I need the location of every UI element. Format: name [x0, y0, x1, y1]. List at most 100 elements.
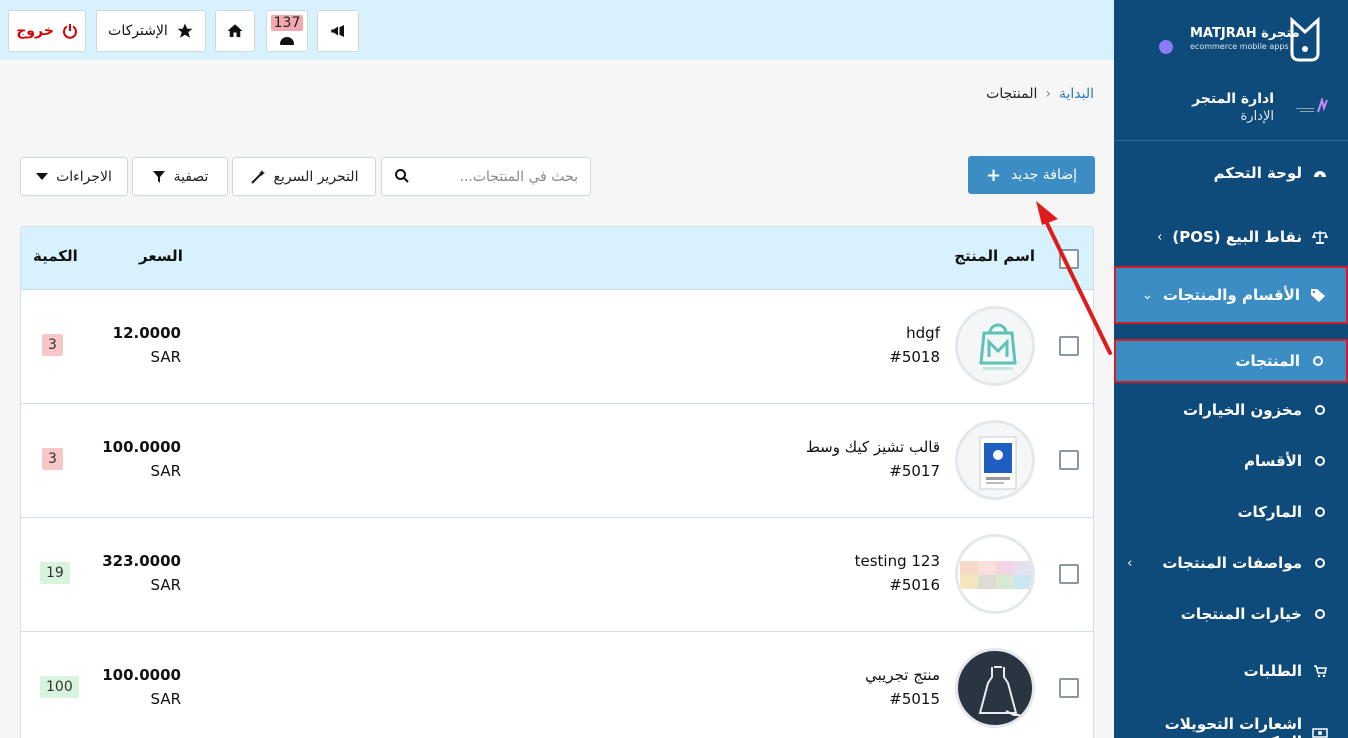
power-icon	[62, 24, 77, 39]
chevron-right-icon: ›	[1157, 229, 1163, 245]
sidebar-item-label: الماركات	[1237, 503, 1302, 521]
sidebar-item-bank-transfers[interactable]: اشعارات التحويلات البنكية	[1114, 713, 1348, 738]
store-title: ادارة المتجر	[1192, 91, 1274, 107]
quantity-badge: 100	[40, 676, 79, 698]
top-bar: خروج الإشتركات 137	[0, 0, 1114, 60]
sidebar-item-brands[interactable]: الماركات	[1114, 492, 1348, 532]
filter-label: تصفية	[173, 168, 209, 185]
sidebar-item-categories[interactable]: الأقسام	[1114, 441, 1348, 481]
product-currency: SAR	[150, 462, 181, 480]
status-dot-icon	[1159, 40, 1173, 54]
circle-icon	[1312, 405, 1328, 415]
table-row[interactable]: منتج تجريبي #5015 100.0000 SAR 100	[21, 632, 1093, 738]
circle-icon	[1312, 609, 1328, 619]
sidebar-item-product-specs[interactable]: مواصفات المنتجات ›	[1114, 543, 1348, 583]
store-label: ادارة المتجر الإدارة	[1192, 91, 1274, 124]
product-price: 100.0000	[102, 666, 181, 684]
sidebar-item-label: الطلبات	[1243, 662, 1302, 680]
cake-mold-box-icon	[979, 436, 1017, 490]
sidebar-item-label: مخزون الخيارات	[1183, 401, 1302, 419]
scale-icon	[1312, 230, 1328, 244]
sidebar-item-label: الأقسام	[1243, 452, 1302, 470]
product-price: 12.0000	[112, 324, 181, 342]
search-input[interactable]	[408, 158, 578, 195]
row-checkbox[interactable]	[1059, 564, 1079, 584]
filter-icon	[152, 170, 165, 183]
logo-text: MATJRAH متجرة	[1190, 26, 1300, 41]
quick-edit-button[interactable]: التحرير السريع	[232, 157, 376, 196]
notification-count-badge: 137	[271, 15, 303, 31]
table-row[interactable]: قالب تشيز كيك وسط #5017 100.0000 SAR 3	[21, 404, 1093, 518]
product-price: 323.0000	[102, 552, 181, 570]
cart-icon	[1312, 664, 1328, 678]
sidebar-item-label: المنتجات	[1235, 352, 1300, 370]
search-field[interactable]	[381, 157, 591, 196]
product-thumbnail[interactable]	[955, 306, 1035, 386]
table-header: اسم المنتج السعر الكمية	[21, 227, 1093, 290]
filter-button[interactable]: تصفية	[132, 157, 228, 196]
row-checkbox[interactable]	[1059, 336, 1079, 356]
sidebar-item-categories-products[interactable]: الأقسام والمنتجات ⌄	[1114, 266, 1348, 324]
breadcrumb-home-link[interactable]: البداية	[1059, 86, 1094, 102]
product-name[interactable]: منتج تجريبي	[865, 666, 940, 684]
megaphone-icon	[331, 25, 344, 37]
sidebar-item-dashboard[interactable]: لوحة التحكم	[1114, 153, 1348, 193]
products-table: اسم المنتج السعر الكمية hdgf #5018 12.00…	[20, 226, 1094, 738]
product-currency: SAR	[150, 690, 181, 708]
product-thumbnail[interactable]	[955, 420, 1035, 500]
sidebar-item-orders[interactable]: الطلبات	[1114, 651, 1348, 691]
actions-dropdown[interactable]: الاجراءات	[20, 157, 128, 196]
star-icon	[177, 23, 193, 38]
quick-edit-label: التحرير السريع	[273, 168, 359, 185]
store-avatar-icon	[1296, 98, 1328, 113]
sidebar-item-options-stock[interactable]: مخزون الخيارات	[1114, 390, 1348, 430]
logo-subtitle: ecommerce mobile apps	[1190, 42, 1289, 51]
color-swatches-icon	[960, 561, 1032, 589]
table-row[interactable]: hdgf #5018 12.0000 SAR 3	[21, 290, 1093, 404]
product-id: #5016	[889, 576, 940, 594]
product-thumbnail[interactable]	[955, 648, 1035, 728]
subscriptions-button[interactable]: الإشتركات	[96, 10, 206, 52]
sidebar-item-label: اشعارات التحويلات البنكية	[1164, 715, 1302, 738]
plus-icon: +	[985, 164, 1002, 186]
circle-icon	[1312, 507, 1328, 517]
shopping-bag-logo-icon	[979, 323, 1017, 370]
dress-icon	[978, 666, 1020, 716]
product-name[interactable]: قالب تشيز كيك وسط	[806, 438, 940, 456]
chevron-right-icon: ›	[1127, 555, 1133, 571]
row-checkbox[interactable]	[1059, 678, 1079, 698]
select-all-checkbox[interactable]	[1059, 249, 1079, 269]
sidebar-item-product-options[interactable]: خيارات المنتجات	[1114, 594, 1348, 634]
search-icon[interactable]	[394, 168, 410, 184]
magic-wand-icon	[250, 169, 265, 184]
product-thumbnail[interactable]	[955, 534, 1035, 614]
caret-down-icon	[36, 172, 49, 180]
quantity-badge: 3	[42, 448, 63, 470]
home-icon	[227, 24, 243, 37]
bell-icon	[280, 37, 294, 45]
header-price: السعر	[139, 247, 183, 265]
chevron-down-icon: ⌄	[1141, 287, 1153, 303]
product-id: #5015	[889, 690, 940, 708]
product-name[interactable]: testing 123	[855, 552, 940, 570]
sidebar-divider	[1114, 140, 1348, 141]
circle-icon	[1310, 356, 1326, 366]
logout-label: خروج	[16, 23, 54, 39]
sidebar-item-pos[interactable]: نقاط البيع (POS) ›	[1114, 217, 1348, 257]
logout-button[interactable]: خروج	[8, 10, 86, 52]
sidebar: MATJRAH متجرة ecommerce mobile apps ادار…	[1114, 0, 1348, 738]
announcements-button[interactable]	[317, 10, 359, 52]
table-row[interactable]: testing 123 #5016 323.0000 SAR 19	[21, 518, 1093, 632]
quantity-badge: 19	[40, 562, 70, 584]
add-new-button[interactable]: إضافة جديد +	[968, 156, 1095, 194]
notifications-button[interactable]: 137	[266, 10, 308, 52]
row-checkbox[interactable]	[1059, 450, 1079, 470]
sidebar-item-label: خيارات المنتجات	[1180, 605, 1302, 623]
add-new-label: إضافة جديد	[1011, 167, 1078, 183]
sidebar-item-products[interactable]: المنتجات	[1114, 339, 1348, 383]
product-name[interactable]: hdgf	[906, 324, 940, 342]
home-button[interactable]	[215, 10, 255, 52]
brand-logo[interactable]: MATJRAH متجرة ecommerce mobile apps	[1114, 0, 1348, 80]
quantity-badge: 3	[42, 334, 63, 356]
subscriptions-label: الإشتركات	[108, 23, 168, 39]
